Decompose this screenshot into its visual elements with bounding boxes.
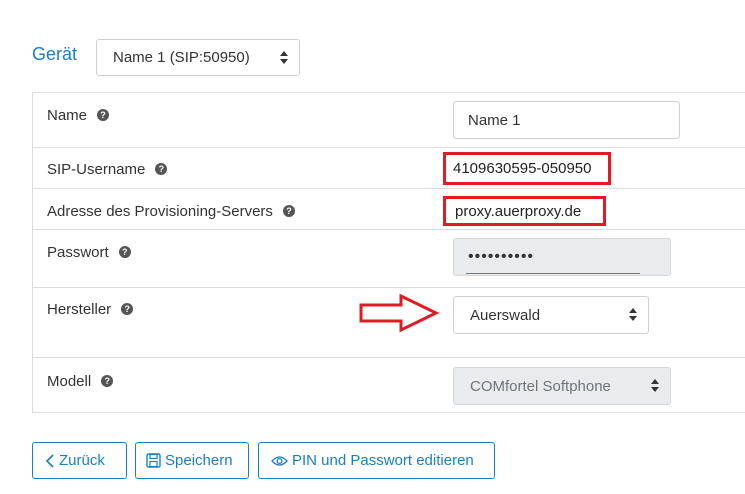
model-label: Modell ? bbox=[47, 371, 114, 391]
name-label-text: Name bbox=[47, 106, 88, 124]
row-divider bbox=[32, 147, 745, 148]
sip-username-value: 4109630595-050950 bbox=[443, 152, 611, 185]
row-divider bbox=[32, 412, 745, 413]
pin-password-button[interactable]: PIN und Passwort editieren bbox=[258, 442, 495, 479]
help-icon[interactable]: ? bbox=[97, 109, 110, 121]
select-caret-icon bbox=[279, 50, 289, 65]
back-button[interactable]: Zurück bbox=[32, 442, 127, 479]
name-input[interactable]: Name 1 bbox=[453, 101, 680, 139]
manufacturer-label: Hersteller ? bbox=[47, 299, 134, 319]
eye-icon bbox=[271, 455, 288, 467]
sip-username-text: 4109630595-050950 bbox=[453, 160, 592, 177]
row-divider bbox=[32, 357, 745, 358]
help-icon[interactable]: ? bbox=[282, 205, 295, 217]
row-divider bbox=[32, 92, 745, 93]
row-divider bbox=[32, 229, 745, 230]
chevron-left-icon bbox=[45, 453, 55, 468]
manufacturer-select-value: Auerswald bbox=[470, 306, 541, 324]
help-icon[interactable]: ? bbox=[155, 163, 168, 175]
model-select-value: COMfortel Softphone bbox=[470, 377, 611, 395]
model-label-text: Modell bbox=[47, 372, 92, 390]
device-select[interactable]: Name 1 (SIP:50950) bbox=[96, 39, 300, 76]
save-button-label: Speichern bbox=[165, 452, 233, 469]
sip-username-label-text: SIP-Username bbox=[47, 160, 146, 178]
save-button[interactable]: Speichern bbox=[135, 442, 249, 479]
help-icon[interactable]: ? bbox=[101, 375, 114, 387]
name-input-value: Name 1 bbox=[468, 111, 521, 129]
provisioning-label-text: Adresse des Provisioning-Servers bbox=[47, 202, 273, 220]
arrow-right-icon bbox=[359, 293, 440, 333]
select-caret-icon bbox=[628, 308, 638, 322]
password-value: •••••••••• bbox=[468, 248, 535, 265]
help-icon[interactable]: ? bbox=[121, 303, 134, 315]
sip-username-label: SIP-Username ? bbox=[47, 159, 168, 179]
save-icon bbox=[146, 453, 161, 468]
row-divider bbox=[32, 188, 745, 189]
help-icon[interactable]: ? bbox=[118, 246, 131, 258]
select-caret-icon bbox=[650, 379, 660, 393]
model-select: COMfortel Softphone bbox=[453, 367, 671, 405]
manufacturer-select[interactable]: Auerswald bbox=[453, 296, 649, 334]
back-button-label: Zurück bbox=[59, 452, 105, 469]
provisioning-label: Adresse des Provisioning-Servers ? bbox=[47, 201, 295, 221]
row-divider bbox=[32, 287, 745, 288]
device-select-value: Name 1 (SIP:50950) bbox=[113, 49, 250, 66]
name-label: Name ? bbox=[47, 105, 110, 125]
manufacturer-label-text: Hersteller bbox=[47, 300, 112, 318]
password-underline bbox=[466, 273, 640, 274]
provisioning-text: proxy.auerproxy.de bbox=[455, 202, 582, 220]
password-label-text: Passwort bbox=[47, 243, 109, 261]
password-field: •••••••••• bbox=[453, 238, 671, 276]
device-label: Gerät bbox=[32, 44, 78, 64]
provisioning-value: proxy.auerproxy.de bbox=[443, 196, 606, 226]
password-label: Passwort ? bbox=[47, 242, 131, 262]
pin-password-button-label: PIN und Passwort editieren bbox=[292, 452, 474, 469]
